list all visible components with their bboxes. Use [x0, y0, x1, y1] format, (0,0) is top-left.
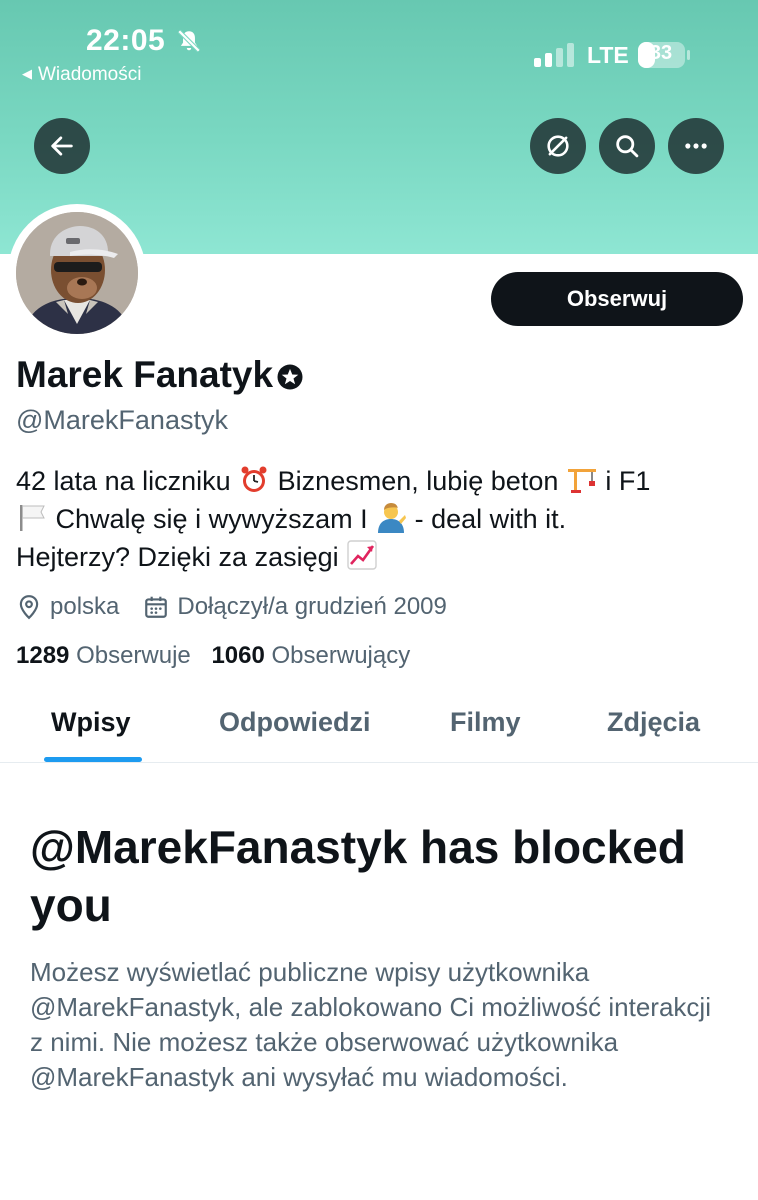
back-button[interactable] — [34, 118, 90, 174]
search-button[interactable] — [599, 118, 655, 174]
star-badge-icon — [277, 364, 303, 390]
profile-name-text: Marek Fanatyk — [16, 354, 274, 395]
tab-replies[interactable]: Odpowiedzi — [219, 707, 371, 738]
profile-bio: 42 lata na liczniku Biznesmen, lubię bet… — [16, 462, 744, 576]
hide-button[interactable] — [530, 118, 586, 174]
back-app-label: Wiadomości — [38, 64, 142, 85]
bio-text-2: Biznesmen, lubię beton — [277, 466, 559, 496]
profile-tabs: Wpisy Odpowiedzi Filmy Zdjęcia — [0, 690, 758, 763]
active-tab-indicator — [44, 757, 142, 762]
following-count: 1289 — [16, 642, 70, 669]
more-button[interactable] — [668, 118, 724, 174]
blocked-description: Możesz wyświetlać publiczne wpisy użytko… — [30, 957, 711, 1092]
back-triangle-icon: ◀ — [22, 66, 32, 81]
eye-slash-icon — [547, 135, 569, 157]
profile-meta: polska Dołączył/a grudzień 2009 — [16, 590, 447, 624]
person-tipping-hand-icon — [378, 503, 407, 533]
crane-icon — [567, 469, 596, 493]
following-label: Obserwuje — [76, 642, 191, 669]
battery-level: 33 — [649, 42, 673, 64]
profile-name: Marek Fanatyk — [16, 354, 305, 396]
bio-text-1: 42 lata na liczniku — [16, 466, 231, 496]
bio-text-3: i F1 — [605, 466, 651, 496]
following-link[interactable]: 1289 Obserwuje — [16, 642, 191, 669]
bio-text-6: Hejterzy? Dzięki za zasięgi — [16, 542, 339, 572]
location-icon — [19, 595, 39, 620]
tab-videos[interactable]: Filmy — [450, 707, 521, 738]
blocked-title: @MarekFanastyk has blocked you — [30, 821, 686, 931]
back-to-app-link[interactable]: ◀ Wiadomości — [22, 64, 141, 86]
follow-stats: 1289 Obserwuje 1060 Obserwujący — [16, 642, 410, 670]
followers-count: 1060 — [211, 642, 265, 669]
joined-text: Dołączył/a grudzień 2009 — [177, 593, 447, 620]
tab-posts[interactable]: Wpisy — [51, 707, 131, 738]
arrow-left-icon — [51, 136, 73, 156]
network-label: LTE — [587, 42, 629, 68]
signal-icon — [534, 43, 574, 67]
white-flag-icon — [20, 505, 45, 531]
avatar[interactable] — [16, 212, 138, 334]
alarm-clock-icon — [241, 466, 267, 492]
profile-handle: @MarekFanastyk — [16, 405, 228, 435]
follow-button[interactable]: Obserwuj — [491, 272, 743, 326]
bell-slash-icon — [177, 29, 201, 53]
search-icon — [616, 135, 639, 158]
status-time: 22:05 — [86, 24, 166, 57]
calendar-icon — [145, 596, 168, 618]
location-text: polska — [50, 593, 120, 620]
more-icon — [685, 143, 707, 149]
tab-photos[interactable]: Zdjęcia — [607, 707, 700, 738]
bio-text-5: - deal with it. — [414, 504, 567, 534]
bio-text-4: Chwalę się i wywyższam I — [55, 504, 368, 534]
chart-increasing-icon — [347, 540, 377, 570]
followers-link[interactable]: 1060 Obserwujący — [211, 642, 410, 669]
avatar-image — [16, 212, 138, 334]
followers-label: Obserwujący — [271, 642, 411, 669]
